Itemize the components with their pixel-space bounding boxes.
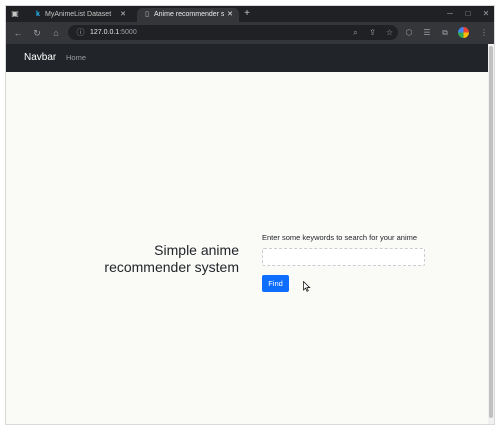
mouse-cursor-icon [303,281,311,292]
window-close-icon[interactable]: ✕ [480,8,492,20]
find-button[interactable]: Find [262,275,289,292]
browser-toolbar: ← ↻ ⌂ ⓘ 127.0.0.1:5000 ⌕ ⇪ ☆ ⬡ ☰ ⧉ ⋮ [6,22,494,44]
minimize-icon[interactable]: ─ [444,8,456,20]
close-icon[interactable]: ✕ [119,8,127,22]
tab-anime-recommender[interactable]: ▯ Anime recommender sy ✕ [137,8,239,22]
profile-avatar[interactable] [458,27,469,38]
url-port: :5000 [119,29,137,36]
share-icon[interactable]: ⇪ [367,27,378,38]
url-host: 127.0.0.1 [90,29,120,36]
reading-list-icon[interactable]: ☰ [421,27,433,39]
page-scrollbar[interactable] [488,44,494,424]
page-viewport: Navbar Home Simple anime recommender sys… [6,44,494,424]
document-icon: ▯ [145,11,149,18]
page-title: Simple anime recommender system [104,242,239,275]
search-label: Enter some keywords to search for your a… [262,233,418,242]
home-icon[interactable]: ⌂ [50,27,62,39]
new-tab-button[interactable]: + [242,8,252,20]
site-navbar: Navbar Home [6,44,488,72]
tab-myanimelist-dataset[interactable]: k MyAnimeList Dataset ✕ [28,8,132,22]
tab-title: MyAnimeList Dataset [45,11,112,18]
zoom-icon[interactable]: ⌕ [350,27,361,38]
tab-title: Anime recommender sy [154,11,224,18]
extension-icon[interactable]: ⬡ [403,27,415,39]
close-icon[interactable]: ✕ [226,8,234,22]
address-bar[interactable]: ⓘ 127.0.0.1:5000 ⌕ ⇪ ☆ [68,25,398,40]
search-input[interactable] [262,248,425,266]
scrollbar-thumb[interactable] [489,46,493,418]
maximize-icon[interactable]: □ [462,8,474,20]
tab-groups-icon[interactable]: ⧉ [439,27,451,39]
menu-icon[interactable]: ⋮ [478,27,490,39]
browser-window: ▣ k MyAnimeList Dataset ✕ ▯ Anime recomm… [6,6,494,424]
kaggle-icon: k [36,11,40,18]
bookmark-star-icon[interactable]: ☆ [384,27,395,38]
url-text: 127.0.0.1:5000 [90,25,137,40]
nav-link-home[interactable]: Home [66,44,86,72]
tab-search-icon[interactable]: ▣ [10,9,20,19]
tab-strip: ▣ k MyAnimeList Dataset ✕ ▯ Anime recomm… [6,6,494,22]
reload-icon[interactable]: ↻ [31,27,43,39]
screenshot-frame: ▣ k MyAnimeList Dataset ✕ ▯ Anime recomm… [0,0,500,434]
site-info-icon[interactable]: ⓘ [75,27,86,38]
back-icon[interactable]: ← [12,27,24,39]
navbar-brand[interactable]: Navbar [24,44,56,72]
